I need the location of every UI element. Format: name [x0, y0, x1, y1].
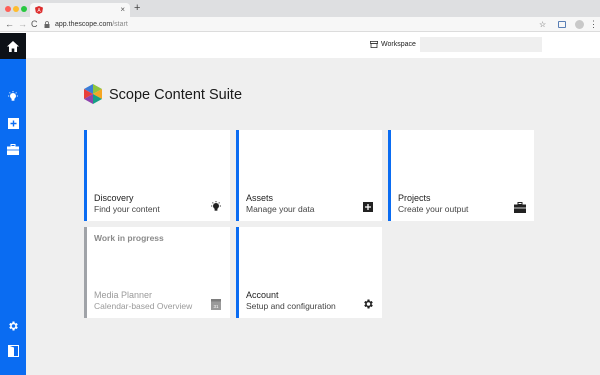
card-media-planner: Work in progress Media Planner Calendar-… [84, 227, 230, 318]
page-title: Scope Content Suite [109, 87, 243, 103]
browser-tab[interactable]: A × [30, 3, 130, 17]
browser-tab-bar: A × + [0, 0, 600, 17]
plus-box-icon [7, 117, 19, 129]
card-subtitle: Create your output [398, 204, 469, 214]
card-discovery[interactable]: Discovery Find your content [84, 130, 230, 221]
card-account[interactable]: Account Setup and configuration [236, 227, 382, 318]
lightbulb-icon [210, 201, 222, 213]
main-content: Scope Content Suite Discovery Find your … [26, 58, 600, 375]
scope-logo-icon [84, 84, 102, 104]
window-minimize-button[interactable] [13, 6, 19, 12]
card-title: Account [246, 290, 279, 300]
card-assets[interactable]: Assets Manage your data [236, 130, 382, 221]
reload-icon[interactable]: C [31, 18, 38, 31]
home-icon [7, 40, 19, 52]
sidebar-item-projects[interactable] [6, 142, 20, 156]
tab-close-icon[interactable]: × [120, 4, 125, 16]
card-title: Media Planner [94, 290, 153, 300]
gear-icon [362, 298, 374, 310]
calendar-icon: 31 [210, 298, 222, 310]
briefcase-icon [7, 143, 19, 155]
window-close-button[interactable] [5, 6, 11, 12]
card-subtitle: Find your content [94, 204, 160, 214]
bookmark-star-icon[interactable]: ☆ [539, 18, 546, 31]
card-subtitle: Calendar-based Overview [94, 301, 193, 311]
lightbulb-icon [8, 91, 18, 101]
logout-door-icon [7, 345, 19, 357]
workspace-icon [370, 41, 378, 48]
back-arrow-icon[interactable]: ← [5, 18, 14, 31]
window-maximize-button[interactable] [21, 6, 27, 12]
browser-menu-icon[interactable]: ⋮ [589, 18, 598, 31]
sidebar-item-home[interactable] [0, 33, 26, 59]
lock-icon [44, 21, 50, 28]
url-path: /start [112, 21, 128, 28]
forward-arrow-icon[interactable]: → [18, 18, 27, 31]
url-host: app.thescope.com [55, 21, 113, 28]
sidebar-item-settings[interactable] [6, 319, 20, 333]
calendar-day: 31 [213, 304, 219, 309]
sidebar-item-logout[interactable] [6, 344, 20, 358]
card-projects[interactable]: Projects Create your output [388, 130, 534, 221]
plus-box-icon [362, 201, 374, 213]
card-subtitle: Setup and configuration [246, 301, 336, 311]
workspace-label: Workspace [381, 41, 416, 48]
sidebar-item-assets[interactable] [6, 116, 20, 130]
browser-address-bar: ← → C app.thescope.com/start ☆ ⋮ [0, 17, 600, 32]
gear-icon [9, 321, 18, 331]
extension-icon[interactable] [558, 21, 566, 28]
new-tab-button[interactable]: + [134, 2, 140, 15]
app-favicon-icon: A [35, 6, 43, 14]
card-subtitle: Manage your data [246, 204, 315, 214]
sidebar [0, 33, 26, 375]
app-header: Workspace [26, 33, 600, 58]
workspace-selector[interactable] [420, 37, 542, 52]
sidebar-item-discovery[interactable] [6, 90, 20, 104]
url-field[interactable]: app.thescope.com/start [44, 19, 550, 30]
profile-avatar[interactable] [575, 20, 584, 29]
card-title: Assets [246, 193, 274, 203]
briefcase-icon [514, 201, 526, 213]
card-title: Projects [398, 193, 431, 203]
card-title: Discovery [94, 193, 134, 203]
card-status-heading: Work in progress [94, 233, 164, 243]
